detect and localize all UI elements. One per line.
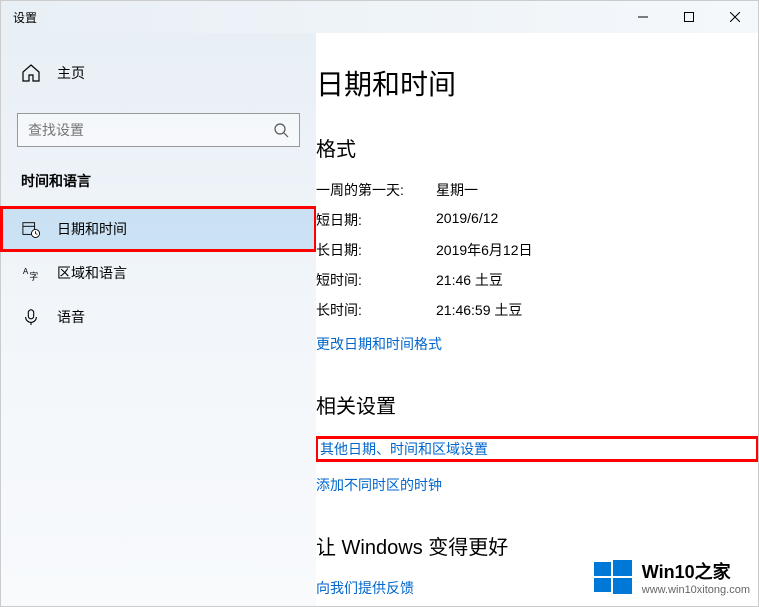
change-format-link[interactable]: 更改日期和时间格式 (316, 334, 442, 354)
format-value: 2019/6/12 (436, 210, 498, 230)
close-button[interactable] (712, 1, 758, 33)
home-icon (21, 63, 41, 83)
watermark: Win10之家 www.win10xitong.com (592, 556, 750, 598)
window-title: 设置 (13, 9, 37, 26)
watermark-brand: Win10之家 (642, 558, 750, 584)
format-table: 一周的第一天: 星期一 短日期: 2019/6/12 长日期: 2019年6月1… (316, 180, 758, 320)
microphone-icon (21, 307, 41, 327)
search-icon (273, 122, 289, 138)
feedback-link[interactable]: 向我们提供反馈 (316, 578, 414, 598)
format-row: 长时间: 21:46:59 土豆 (316, 300, 758, 320)
home-label: 主页 (57, 63, 85, 83)
related-heading: 相关设置 (316, 390, 758, 419)
windows-logo-icon (592, 556, 634, 598)
format-label: 长时间: (316, 300, 436, 320)
search-input[interactable] (28, 122, 273, 138)
watermark-url: www.win10xitong.com (642, 584, 750, 596)
minimize-button[interactable] (620, 1, 666, 33)
format-label: 长日期: (316, 240, 436, 260)
format-row: 一周的第一天: 星期一 (316, 180, 758, 200)
format-heading: 格式 (316, 133, 758, 162)
page-title: 日期和时间 (316, 63, 758, 103)
home-link[interactable]: 主页 (1, 53, 316, 93)
sidebar-item-label: 日期和时间 (57, 219, 127, 239)
format-value: 21:46 土豆 (436, 270, 503, 290)
svg-text:A: A (23, 267, 29, 276)
calendar-clock-icon (21, 219, 41, 239)
format-value: 2019年6月12日 (436, 240, 533, 260)
format-label: 短日期: (316, 210, 436, 230)
sidebar-item-speech[interactable]: 语音 (1, 295, 316, 339)
add-timezone-link[interactable]: 添加不同时区的时钟 (316, 475, 758, 495)
main-content: 日期和时间 格式 一周的第一天: 星期一 短日期: 2019/6/12 长日期:… (316, 33, 758, 606)
maximize-button[interactable] (666, 1, 712, 33)
other-region-link[interactable]: 其他日期、时间和区域设置 (316, 437, 758, 461)
format-label: 短时间: (316, 270, 436, 290)
sidebar-item-label: 区域和语言 (57, 263, 127, 283)
format-row: 长日期: 2019年6月12日 (316, 240, 758, 260)
sidebar-item-label: 语音 (57, 307, 85, 327)
format-row: 短时间: 21:46 土豆 (316, 270, 758, 290)
search-box[interactable] (17, 113, 300, 147)
sidebar-item-datetime[interactable]: 日期和时间 (1, 207, 316, 251)
format-label: 一周的第一天: (316, 180, 436, 200)
format-value: 21:46:59 土豆 (436, 300, 522, 320)
format-section: 格式 一周的第一天: 星期一 短日期: 2019/6/12 长日期: 2019年… (316, 133, 758, 354)
related-section: 相关设置 其他日期、时间和区域设置 添加不同时区的时钟 (316, 390, 758, 495)
region-language-icon: A字 (21, 263, 41, 283)
category-header: 时间和语言 (1, 171, 316, 207)
window-controls (620, 1, 758, 33)
format-row: 短日期: 2019/6/12 (316, 210, 758, 230)
svg-text:字: 字 (29, 270, 38, 281)
sidebar: 主页 时间和语言 日期和时间 A字 区域和语言 语音 (1, 33, 316, 606)
titlebar: 设置 (1, 1, 758, 33)
format-value: 星期一 (436, 180, 478, 200)
sidebar-item-region[interactable]: A字 区域和语言 (1, 251, 316, 295)
